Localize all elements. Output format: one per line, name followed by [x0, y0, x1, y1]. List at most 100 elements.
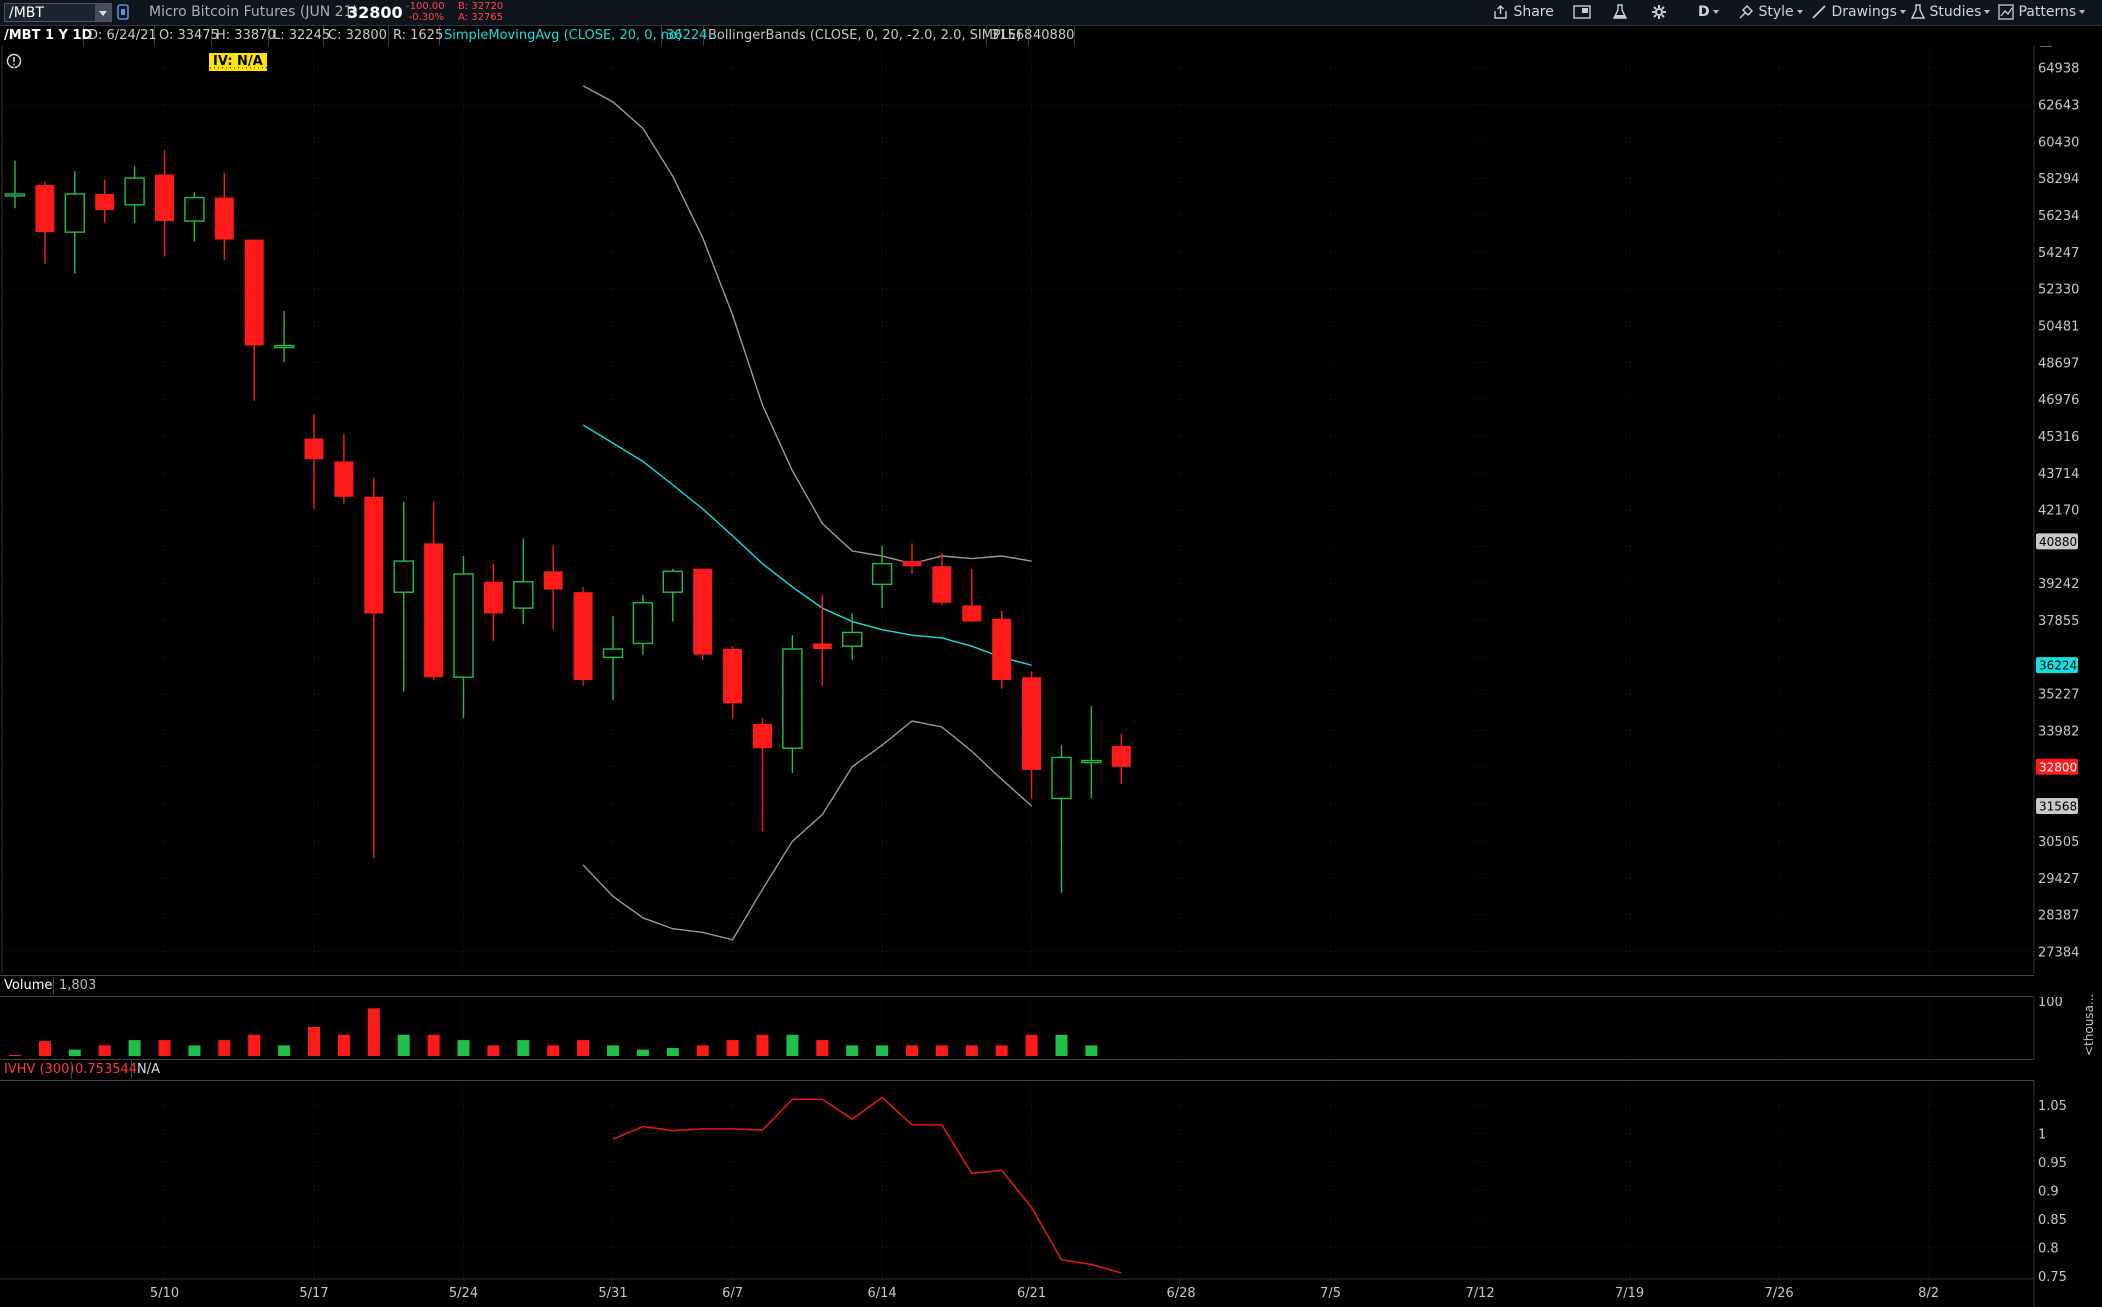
date-tick-label: 7/26 — [1764, 1286, 1793, 1301]
volume-bar — [9, 1054, 21, 1056]
volume-bar — [158, 1040, 171, 1056]
patterns-icon — [1998, 4, 2014, 20]
chart-settings-button[interactable] — [1573, 0, 1591, 25]
candle-body-up — [842, 631, 863, 647]
candle-body-up — [1081, 759, 1102, 764]
ivhv-grid — [2, 1081, 2034, 1279]
price-tick-label: 56234 — [2038, 209, 2079, 224]
volume-bar — [726, 1040, 739, 1056]
price-tick-label: 37855 — [2038, 614, 2079, 629]
flask-button[interactable] — [1612, 0, 1628, 25]
ivhv-header: IVHV (300) 0.753544 N/A — [0, 1059, 2034, 1081]
volume-bar — [696, 1045, 709, 1056]
volume-label: Volume — [4, 978, 53, 993]
date-tick-label: 8/2 — [1918, 1286, 1939, 1301]
volume-bar — [846, 1045, 859, 1056]
ivhv-divider — [71, 1061, 72, 1079]
candle-body-down — [214, 197, 234, 240]
studies-button[interactable]: Studies — [1910, 0, 1991, 25]
ivhv-tick-label: 0.95 — [2038, 1156, 2067, 1171]
candle-body-down — [1111, 745, 1131, 767]
candle-body-down — [992, 618, 1012, 681]
price-tick-label: 35227 — [2038, 688, 2079, 703]
share-label: Share — [1513, 4, 1554, 20]
volume-unit: <thousa... — [2082, 994, 2102, 1070]
volume-bar — [98, 1045, 111, 1056]
volume-bar — [995, 1045, 1008, 1056]
volume-bar — [487, 1045, 500, 1056]
volume-bar — [577, 1040, 590, 1056]
candle-body-up — [632, 602, 654, 645]
symbol-description: Micro Bitcoin Futures (JUN 21) — [149, 4, 358, 20]
ivhv-series-line — [612, 1096, 1122, 1274]
top-toolbar: /MBT Micro Bitcoin Futures (JUN 21) 3280… — [0, 0, 2102, 26]
price-tag-text: 36224 — [2039, 659, 2077, 673]
volume-header: Volume 1,803 — [0, 975, 2034, 997]
volume-bar — [636, 1049, 649, 1056]
bollinger-lower-band — [582, 720, 1033, 941]
price-tick-label: 60430 — [2038, 135, 2079, 150]
bar-date: D: 6/24/21 — [84, 26, 157, 46]
volume-bar — [367, 1008, 380, 1056]
volume-chart[interactable]: 100 — [0, 997, 2102, 1059]
volume-bar — [876, 1045, 889, 1056]
candle-body-down — [244, 239, 264, 346]
volume-bar — [906, 1045, 918, 1056]
bar-close: C: 32800 — [324, 26, 389, 46]
ivhv-tick-label: 0.75 — [2038, 1270, 2067, 1285]
price-tag-text: 32800 — [2039, 760, 2077, 774]
chevron-down-icon — [2079, 10, 2086, 14]
bar-low: L: 32245 — [269, 26, 330, 46]
symbol-link-icon[interactable] — [117, 0, 129, 25]
date-tick-label: 5/17 — [299, 1286, 328, 1301]
settings-button[interactable] — [1651, 0, 1667, 25]
price-change: -100.00 -0.30% — [406, 1, 445, 23]
candle-body-down — [543, 571, 563, 590]
volume-divider — [53, 977, 54, 995]
price-tick-label: 45316 — [2038, 430, 2079, 445]
ivhv-axis[interactable]: 1.05 1 0.95 0.9 0.85 0.8 0.75 — [2038, 1099, 2067, 1285]
candle-body-down — [693, 568, 713, 655]
sma-study-label[interactable]: SimpleMovingAvg (CLOSE, 20, 0, no) — [440, 26, 682, 46]
aggregation-button[interactable]: D — [1698, 0, 1719, 25]
date-tick-label: 6/28 — [1166, 1286, 1195, 1301]
volume-bar — [517, 1040, 530, 1056]
price-tick-label: 42170 — [2038, 504, 2079, 519]
volume-bar — [666, 1048, 679, 1056]
volume-bar — [278, 1045, 291, 1056]
volume-bar — [218, 1040, 231, 1056]
pct-change: -0.30% — [408, 12, 444, 23]
price-tick-label: 30505 — [2038, 835, 2079, 850]
candlesticks — [4, 150, 1131, 893]
bollinger-upper-band — [582, 85, 1032, 565]
candle-body-down — [364, 496, 384, 614]
drawings-button[interactable]: Drawings — [1811, 0, 1906, 25]
share-button[interactable]: Share — [1493, 0, 1554, 25]
style-button[interactable]: Style — [1738, 0, 1803, 25]
volume-bar — [427, 1034, 440, 1056]
price-chart[interactable]: 27384 28387 29427 30505 33982 35227 37855 39242… — [0, 46, 2102, 974]
candle-body-up — [393, 560, 414, 593]
ivhv-tick-label: 1.05 — [2038, 1099, 2067, 1114]
style-label: Style — [1758, 4, 1794, 20]
candle-body-down — [723, 648, 743, 704]
patterns-button[interactable]: Patterns — [1998, 0, 2086, 25]
price-tag-text: 31568 — [2039, 799, 2077, 813]
volume-bar — [1055, 1034, 1068, 1056]
date-tick-label: 7/5 — [1320, 1286, 1341, 1301]
bollinger-study-label[interactable]: BollingerBands (CLOSE, 0, 20, -2.0, 2.0,… — [704, 26, 1021, 46]
drawings-label: Drawings — [1831, 4, 1897, 20]
candle-body-up — [453, 573, 474, 678]
volume-bar — [1025, 1034, 1038, 1056]
date-tick-label: 5/10 — [150, 1286, 179, 1301]
price-axis[interactable]: 27384 28387 29427 30505 33982 35227 37855 39242… — [2038, 62, 2079, 961]
volume-bar — [935, 1045, 948, 1056]
candle-body-down — [483, 581, 503, 614]
candle-body-up — [64, 193, 86, 233]
bar-range: R: 1625 — [389, 26, 443, 46]
symbol-dropdown-button[interactable] — [95, 4, 111, 21]
price-tick-label: 64938 — [2038, 62, 2079, 77]
date-axis[interactable]: 5/10 5/17 5/24 5/31 6/7 6/14 6/21 6/28 7/5 7/12 7/… — [0, 1278, 2034, 1301]
ivhv-chart[interactable]: 1.05 1 0.95 0.9 0.85 0.8 0.75 5/10 5/17 5/24 5/31… — [0, 1081, 2102, 1307]
volume-bar — [248, 1034, 261, 1056]
